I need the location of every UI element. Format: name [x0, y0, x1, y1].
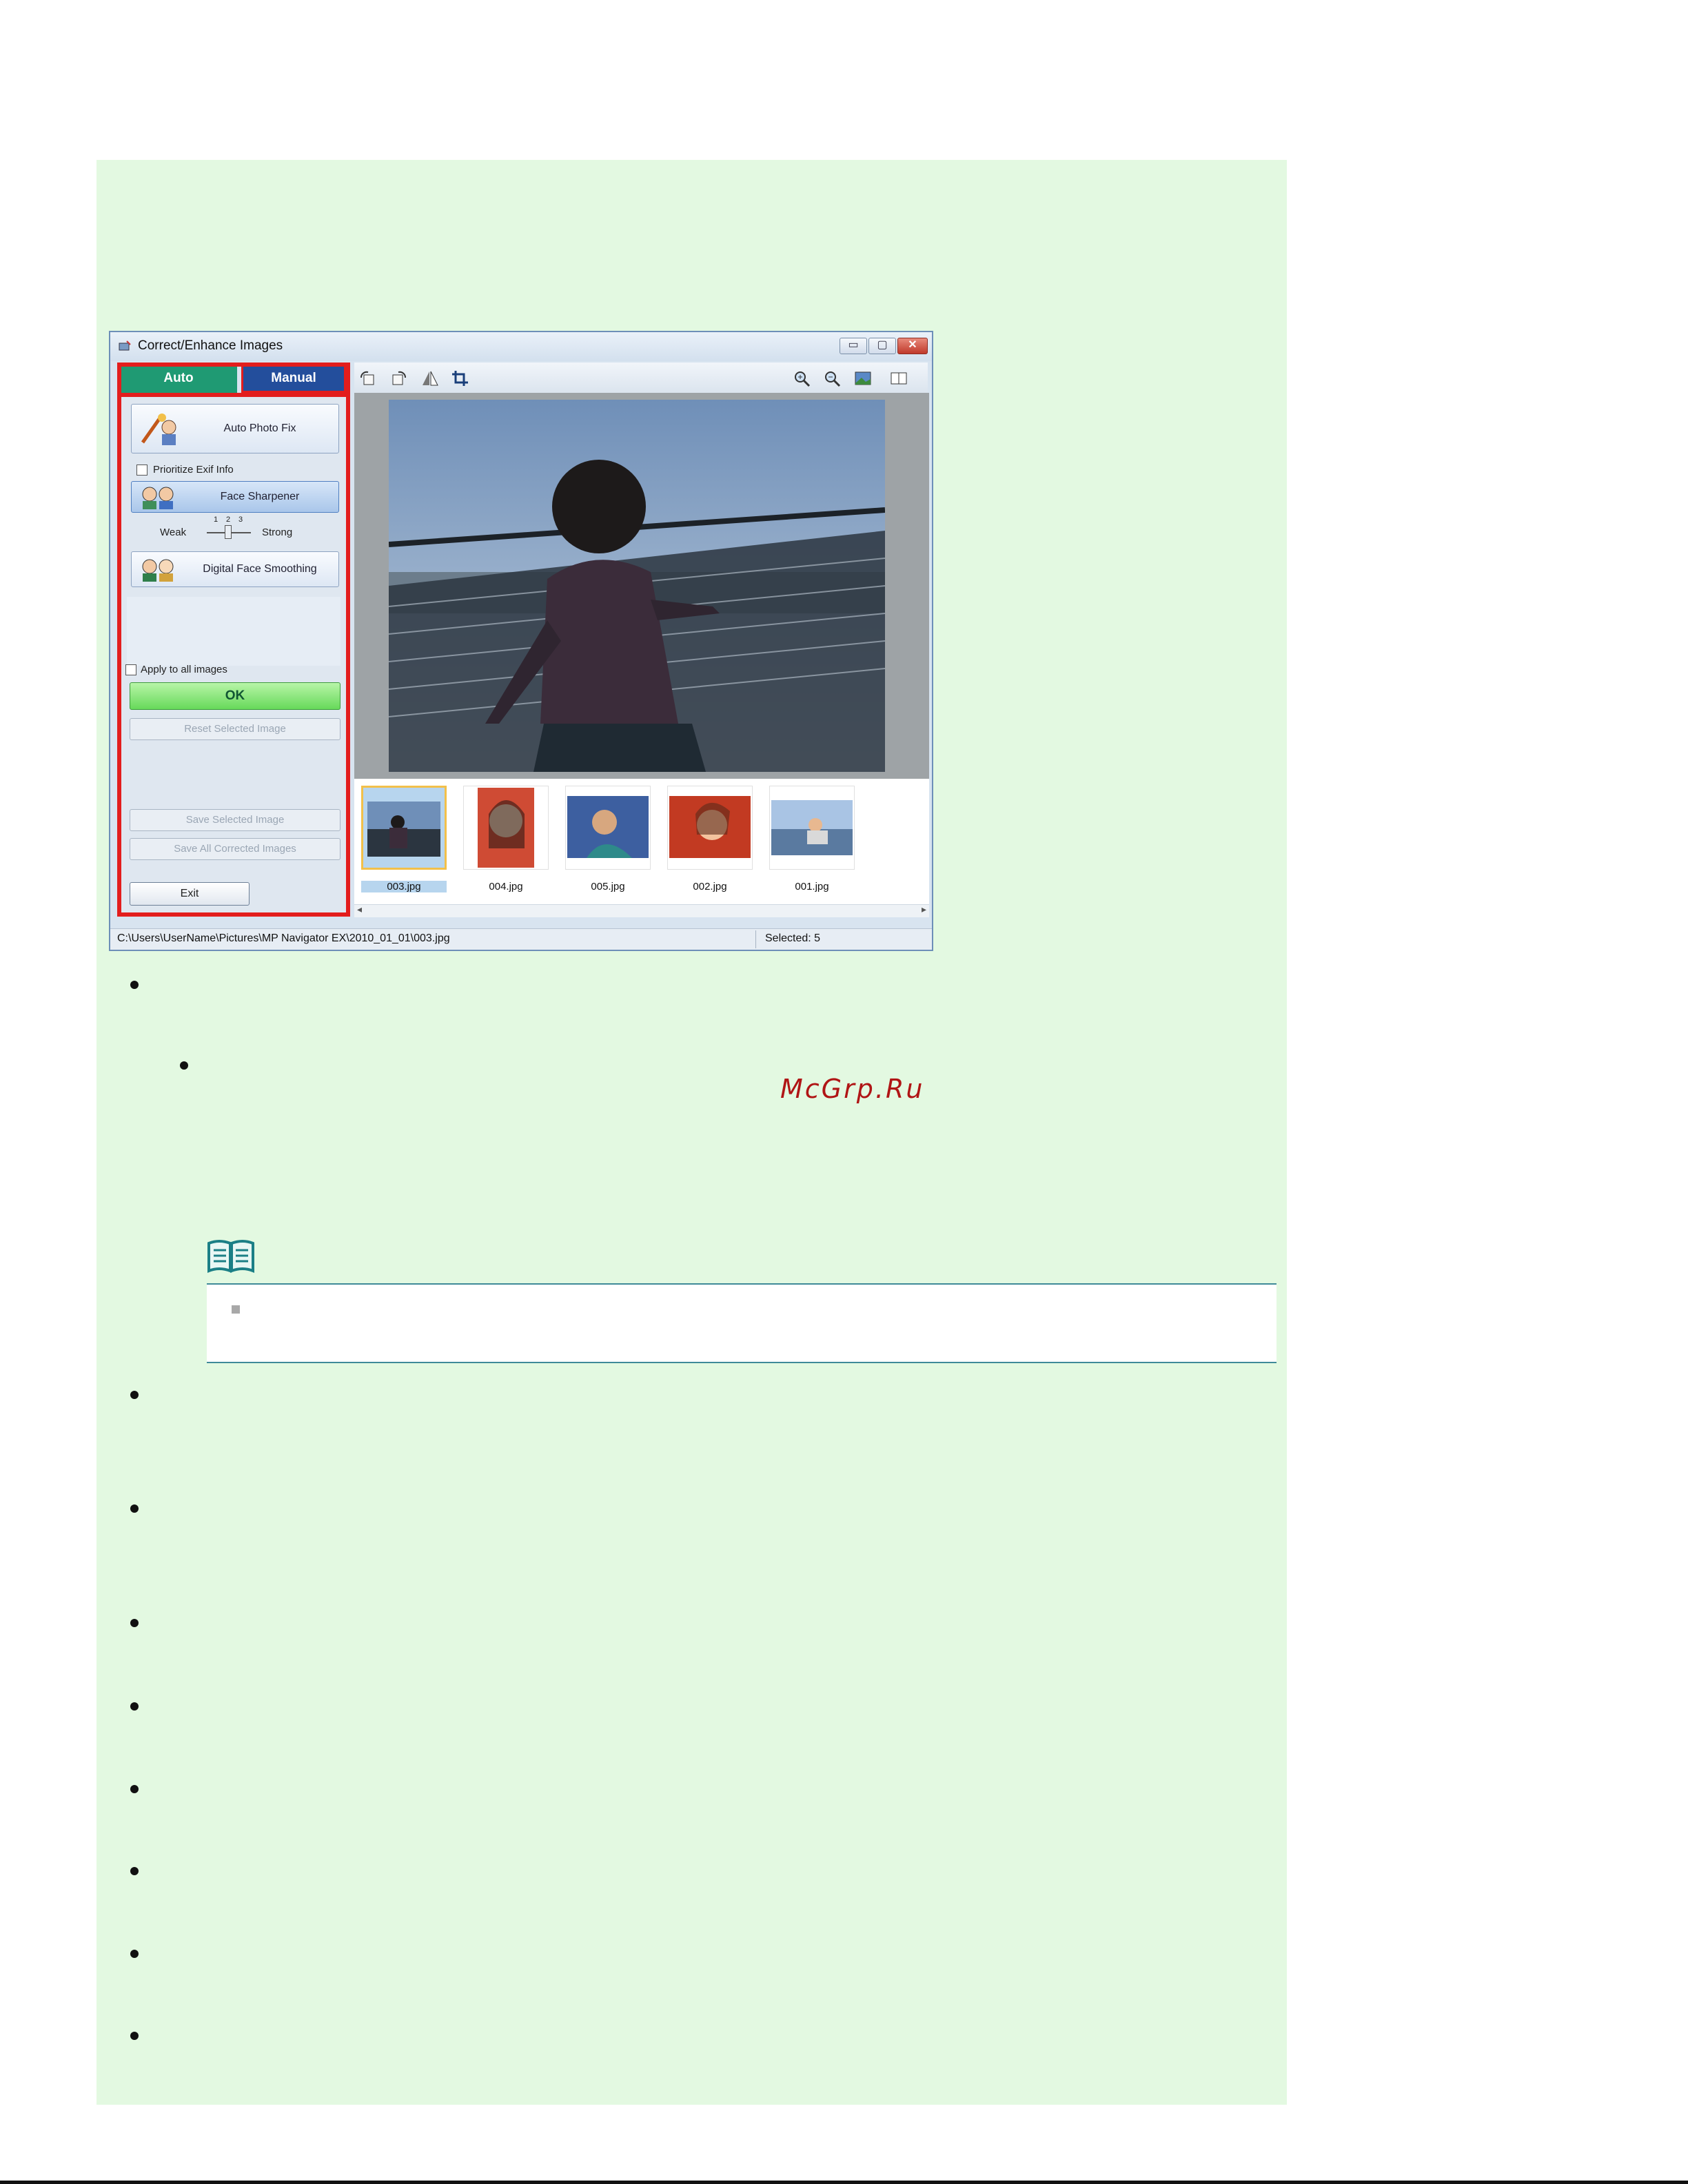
- bullet-5: [130, 1702, 139, 1711]
- thumbnail-scrollbar[interactable]: ◂ ▸: [354, 904, 929, 917]
- whole-image-icon[interactable]: [853, 369, 873, 387]
- digital-face-smoothing-icon: [142, 559, 174, 582]
- thumbnail-caption-003: 003.jpg: [361, 881, 447, 892]
- thumbnail-caption-005: 005.jpg: [591, 881, 625, 892]
- scroll-right-icon[interactable]: ▸: [922, 904, 926, 915]
- title-bar: Correct/Enhance Images ▭ ▢ ✕: [110, 332, 932, 361]
- note-box: [207, 1283, 1277, 1363]
- compare-icon[interactable]: [889, 369, 908, 387]
- auto-photo-fix-button[interactable]: Auto Photo Fix: [131, 404, 339, 453]
- scroll-left-icon[interactable]: ◂: [357, 904, 362, 915]
- thumbnail-005[interactable]: [565, 786, 651, 870]
- ok-button[interactable]: OK: [130, 682, 340, 710]
- thumbnail-003[interactable]: [361, 786, 447, 870]
- apply-to-all-checkbox[interactable]: [125, 664, 136, 675]
- rotate-right-icon[interactable]: [389, 369, 408, 387]
- thumbnail-001[interactable]: [769, 786, 855, 870]
- slider-tick-1: 1: [214, 516, 218, 524]
- zoom-out-icon[interactable]: [823, 369, 842, 387]
- bullet-7: [130, 1867, 139, 1875]
- invert-icon[interactable]: [420, 369, 440, 387]
- watermark: McGrp.Ru: [780, 1074, 925, 1104]
- slider-strong-label: Strong: [262, 527, 293, 538]
- thumbnail-strip: 003.jpg 004.jpg 005.jpg 002.jpg 001.jpg: [354, 779, 929, 915]
- sub-bullet-1: [180, 1061, 188, 1070]
- rotate-left-icon[interactable]: [358, 369, 378, 387]
- reset-selected-image-button[interactable]: Reset Selected Image: [130, 718, 340, 740]
- face-sharpener-button[interactable]: Face Sharpener: [131, 481, 339, 513]
- note-bullet: [232, 1305, 240, 1314]
- thumbnail-caption-002: 002.jpg: [693, 881, 727, 892]
- bullet-6: [130, 1785, 139, 1793]
- prioritize-exif-label: Prioritize Exif Info: [153, 464, 234, 476]
- thumbnail-image-001: [771, 800, 853, 855]
- slider-tick-2: 2: [226, 516, 231, 524]
- bullet-8: [130, 1950, 139, 1958]
- auto-tab-highlight: [117, 363, 350, 396]
- apply-to-all-label: Apply to all images: [141, 664, 227, 675]
- status-separator: [755, 930, 756, 948]
- face-sharpener-label: Face Sharpener: [220, 491, 300, 502]
- zoom-in-icon[interactable]: [793, 369, 812, 387]
- note-book-icon: [207, 1240, 254, 1273]
- thumbnail-image-005: [567, 796, 649, 858]
- slider-thumb[interactable]: [225, 525, 232, 539]
- save-all-corrected-images-button[interactable]: Save All Corrected Images: [130, 838, 340, 860]
- bullet-9: [130, 2032, 139, 2040]
- bullet-4: [130, 1619, 139, 1627]
- preview-area: [354, 393, 929, 779]
- image-toolbar: [354, 363, 928, 393]
- blank-area: [127, 597, 340, 666]
- bullet-2: [130, 1391, 139, 1399]
- save-selected-image-button[interactable]: Save Selected Image: [130, 809, 340, 831]
- thumbnail-004[interactable]: [463, 786, 549, 870]
- status-bar: C:\Users\UserName\Pictures\MP Navigator …: [110, 928, 932, 950]
- preview-photo: [389, 400, 885, 772]
- auto-photo-fix-icon: [141, 414, 176, 445]
- thumbnail-caption-004: 004.jpg: [489, 881, 523, 892]
- thumbnail-image-003: [367, 802, 440, 857]
- thumbnail-image-004: [478, 788, 534, 868]
- status-selected-count: Selected: 5: [765, 932, 821, 944]
- thumbnail-caption-001: 001.jpg: [795, 881, 829, 892]
- minimize-button[interactable]: ▭: [840, 338, 867, 354]
- exit-button[interactable]: Exit: [130, 882, 250, 906]
- status-path: C:\Users\UserName\Pictures\MP Navigator …: [117, 932, 450, 944]
- slider-tick-3: 3: [238, 516, 243, 524]
- digital-face-smoothing-button[interactable]: Digital Face Smoothing: [131, 551, 339, 587]
- bullet-1: [130, 981, 139, 989]
- correct-enhance-window: Correct/Enhance Images ▭ ▢ ✕ Auto Manual…: [109, 331, 933, 951]
- bottom-rule: [0, 2181, 1688, 2184]
- face-sharpener-icon: [142, 487, 174, 509]
- bullet-3: [130, 1504, 139, 1513]
- app-icon: [119, 340, 131, 351]
- thumbnail-002[interactable]: [667, 786, 753, 870]
- auto-photo-fix-label: Auto Photo Fix: [223, 422, 296, 434]
- thumbnail-image-002: [669, 796, 751, 858]
- slider-weak-label: Weak: [160, 527, 187, 538]
- maximize-button[interactable]: ▢: [868, 338, 896, 354]
- auto-panel: Auto Photo Fix Prioritize Exif Info Face…: [117, 393, 350, 917]
- close-button[interactable]: ✕: [897, 338, 928, 354]
- digital-face-smoothing-label: Digital Face Smoothing: [203, 563, 317, 575]
- crop-icon[interactable]: [451, 369, 470, 387]
- window-title: Correct/Enhance Images: [138, 338, 283, 353]
- prioritize-exif-checkbox[interactable]: [136, 465, 148, 476]
